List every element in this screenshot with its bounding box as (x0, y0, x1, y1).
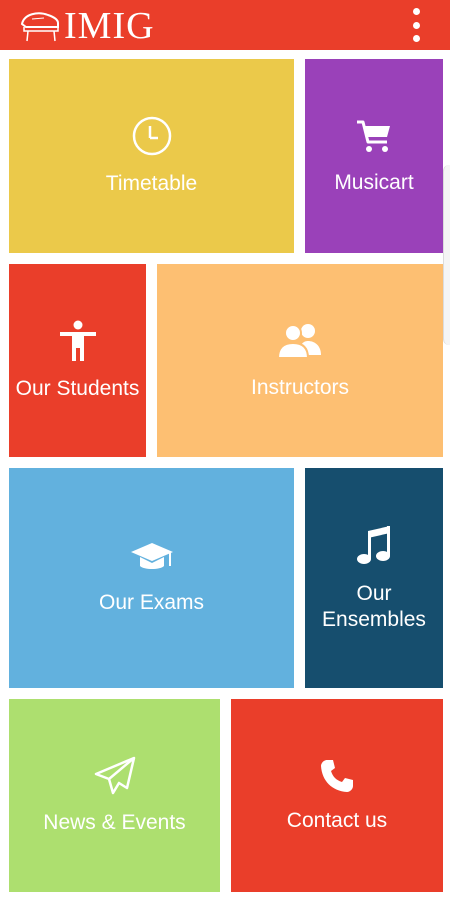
tile-label: Instructors (250, 375, 350, 399)
overflow-menu-button[interactable] (408, 8, 424, 42)
tile-timetable[interactable]: Timetable (9, 59, 294, 253)
music-note-icon (357, 526, 390, 564)
app-screen: IMIG Timetable Musicart Our Students Ins… (0, 0, 450, 900)
tile-label: Our Ensembles (322, 582, 426, 631)
tile-musicart[interactable]: Musicart (305, 59, 443, 253)
tile-contact-us[interactable]: Contact us (231, 699, 443, 892)
edge-panel-handle[interactable] (443, 165, 450, 345)
overflow-menu-icon (412, 8, 420, 15)
tile-news-events[interactable]: News & Events (9, 699, 220, 892)
piano-logo-icon (20, 12, 59, 42)
tile-label: News & Events (43, 810, 186, 834)
app-logo-text: IMIG (64, 5, 155, 47)
graduation-cap-icon (130, 543, 173, 569)
group-icon (277, 323, 321, 359)
app-logo: IMIG (18, 6, 155, 46)
app-bar: IMIG (0, 0, 450, 50)
tile-our-ensembles[interactable]: Our Ensembles (305, 468, 443, 688)
phone-icon (321, 759, 353, 792)
shopping-cart-icon (357, 120, 390, 152)
tile-label: Our Exams (98, 591, 205, 614)
tile-instructors[interactable]: Instructors (157, 264, 443, 457)
tile-label: Contact us (286, 808, 388, 832)
paper-plane-icon (94, 756, 135, 794)
person-icon (59, 320, 96, 361)
tile-our-students[interactable]: Our Students (9, 264, 146, 457)
tile-label: Our Students (15, 376, 140, 400)
tile-label: Musicart (334, 171, 414, 194)
tile-label: Timetable (105, 172, 198, 195)
clock-icon (132, 116, 171, 156)
tile-our-exams[interactable]: Our Exams (9, 468, 294, 688)
